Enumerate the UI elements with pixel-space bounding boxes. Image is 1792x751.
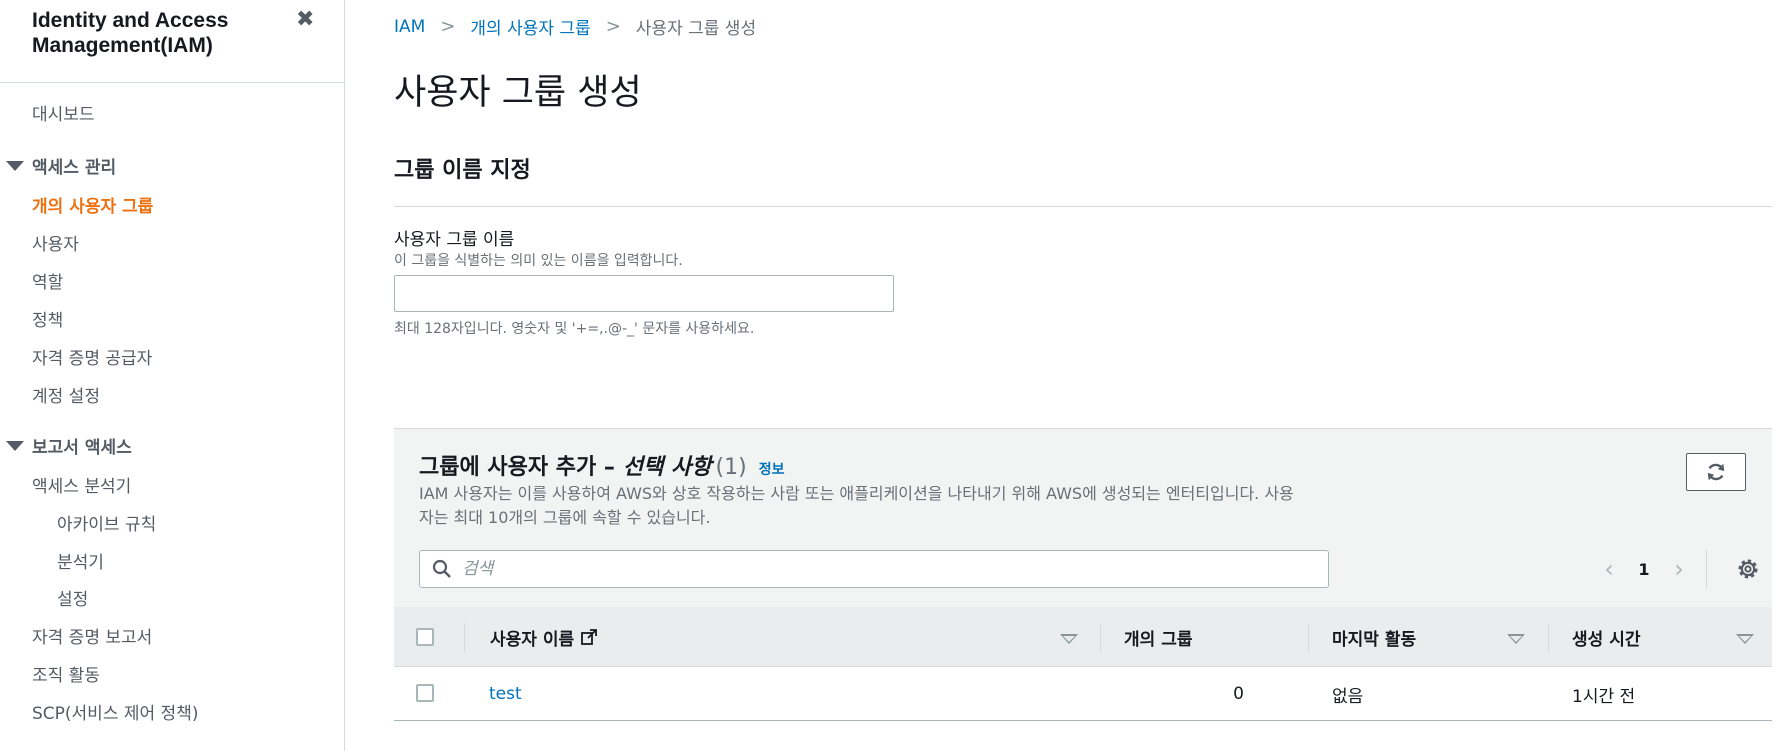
panel-description: IAM 사용자는 이를 사용하여 AWS와 상호 작용하는 사람 또는 애플리케…: [419, 484, 1294, 527]
sidebar-section-report-access[interactable]: 보고서 액세스: [6, 433, 132, 458]
sidebar-item-user-groups[interactable]: 개의 사용자 그룹: [32, 192, 153, 217]
panel-title: 그룹에 사용자 추가 – 선택 사항 (1) 정보: [419, 449, 784, 481]
sort-username-icon[interactable]: [1060, 634, 1078, 644]
search-field[interactable]: [419, 550, 1329, 588]
group-name-input[interactable]: [394, 275, 894, 312]
sidebar-item-archive-rules[interactable]: 아카이브 규칙: [57, 510, 156, 535]
sidebar-item-settings[interactable]: 설정: [57, 585, 88, 610]
sidebar-title[interactable]: Identity and Access Management(IAM): [32, 8, 292, 58]
search-input[interactable]: [462, 559, 1302, 579]
panel-title-text: 그룹에 사용자 추가 –: [419, 455, 615, 480]
breadcrumb-user-groups-link[interactable]: 개의 사용자 그룹: [470, 14, 590, 39]
panel-title-optional: 선택 사항: [622, 455, 712, 480]
sidebar-section-label: 보고서 액세스: [32, 438, 132, 458]
sidebar-item-analyzers[interactable]: 분석기: [57, 548, 104, 573]
search-icon: [432, 559, 451, 578]
section-divider: [394, 206, 1772, 207]
close-icon[interactable]: ✖: [296, 8, 314, 32]
external-link-icon: [581, 629, 598, 645]
sidebar-item-roles[interactable]: 역할: [32, 268, 63, 293]
row-select-checkbox[interactable]: [416, 684, 434, 702]
sidebar-item-credential-report[interactable]: 자격 증명 보고서: [32, 623, 152, 648]
section-title-name-group: 그룹 이름 지정: [394, 158, 531, 183]
select-all-checkbox[interactable]: [416, 628, 434, 646]
sidebar-item-identity-providers[interactable]: 자격 증명 공급자: [32, 344, 152, 369]
sidebar-section-label: 액세스 관리: [32, 158, 117, 178]
sort-last-activity-icon[interactable]: [1507, 634, 1525, 644]
sidebar-header: Identity and Access Management(IAM) ✖: [0, 0, 344, 83]
sidebar-item-account-settings[interactable]: 계정 설정: [32, 382, 100, 407]
column-header-groups[interactable]: 개의 그룹: [1124, 607, 1192, 667]
sidebar-item-users[interactable]: 사용자: [32, 230, 79, 255]
column-header-last-activity[interactable]: 마지막 활동: [1332, 607, 1416, 667]
sort-created-icon[interactable]: [1736, 634, 1754, 644]
sidebar-item-scp[interactable]: SCP(서비스 제어 정책): [32, 699, 198, 724]
users-table-header: 사용자 이름 개의 그룹 마지막 활동 생성 시간: [394, 607, 1772, 667]
sidebar-section-access-management[interactable]: 액세스 관리: [6, 153, 116, 178]
group-name-description: 이 그룹을 식별하는 의미 있는 이름을 입력합니다.: [394, 253, 683, 269]
refresh-button[interactable]: [1686, 453, 1746, 491]
group-name-constraint-hint: 최대 128자입니다. 영숫자 및 '+=,.@-_' 문자를 사용하세요.: [394, 321, 755, 337]
sidebar-item-policies[interactable]: 정책: [32, 306, 63, 331]
column-username-label: 사용자 이름: [490, 629, 575, 650]
column-separator: [1308, 623, 1309, 653]
sidebar-item-dashboard[interactable]: 대시보드: [32, 100, 95, 125]
group-name-label: 사용자 그룹 이름: [394, 230, 515, 250]
cell-created-time: 1시간 전: [1572, 686, 1636, 707]
breadcrumb-iam-link[interactable]: IAM: [394, 17, 425, 37]
info-link[interactable]: 정보: [759, 459, 785, 479]
pagination: ‹ 1 ›: [1594, 550, 1707, 588]
panel-header: 그룹에 사용자 추가 – 선택 사항 (1) 정보 IAM 사용자는 이를 사용…: [394, 429, 1772, 607]
table-row[interactable]: test 0 없음 1시간 전: [394, 667, 1772, 721]
caret-down-icon: [6, 440, 24, 451]
caret-down-icon: [6, 160, 24, 171]
column-separator: [1100, 623, 1101, 653]
page-number[interactable]: 1: [1624, 560, 1664, 579]
column-header-created[interactable]: 생성 시간: [1572, 607, 1640, 667]
cell-last-activity: 없음: [1332, 686, 1364, 707]
username-link[interactable]: test: [489, 667, 522, 721]
add-users-panel: 그룹에 사용자 추가 – 선택 사항 (1) 정보 IAM 사용자는 이를 사용…: [394, 428, 1772, 721]
breadcrumb: IAM > 개의 사용자 그룹 > 사용자 그룹 생성: [394, 14, 756, 39]
page-title: 사용자 그룹 생성: [394, 73, 642, 113]
sidebar-item-access-analyzer[interactable]: 액세스 분석기: [32, 472, 131, 497]
breadcrumb-current: 사용자 그룹 생성: [635, 19, 757, 39]
refresh-icon: [1707, 463, 1725, 481]
chevron-right-icon: >: [605, 16, 621, 37]
sidebar-item-organization-activity[interactable]: 조직 활동: [32, 661, 100, 686]
next-page-icon[interactable]: ›: [1664, 555, 1694, 583]
column-header-username[interactable]: 사용자 이름: [490, 607, 598, 667]
panel-user-count: (1): [715, 455, 747, 480]
cell-group-count: 0: [1233, 684, 1244, 704]
column-separator: [464, 623, 465, 653]
gear-icon[interactable]: [1736, 557, 1760, 581]
side-navigation: Identity and Access Management(IAM) ✖ 대시…: [0, 0, 345, 751]
previous-page-icon[interactable]: ‹: [1594, 555, 1624, 583]
pager-divider: [1706, 550, 1707, 588]
column-separator: [1548, 623, 1549, 653]
chevron-right-icon: >: [440, 16, 456, 37]
